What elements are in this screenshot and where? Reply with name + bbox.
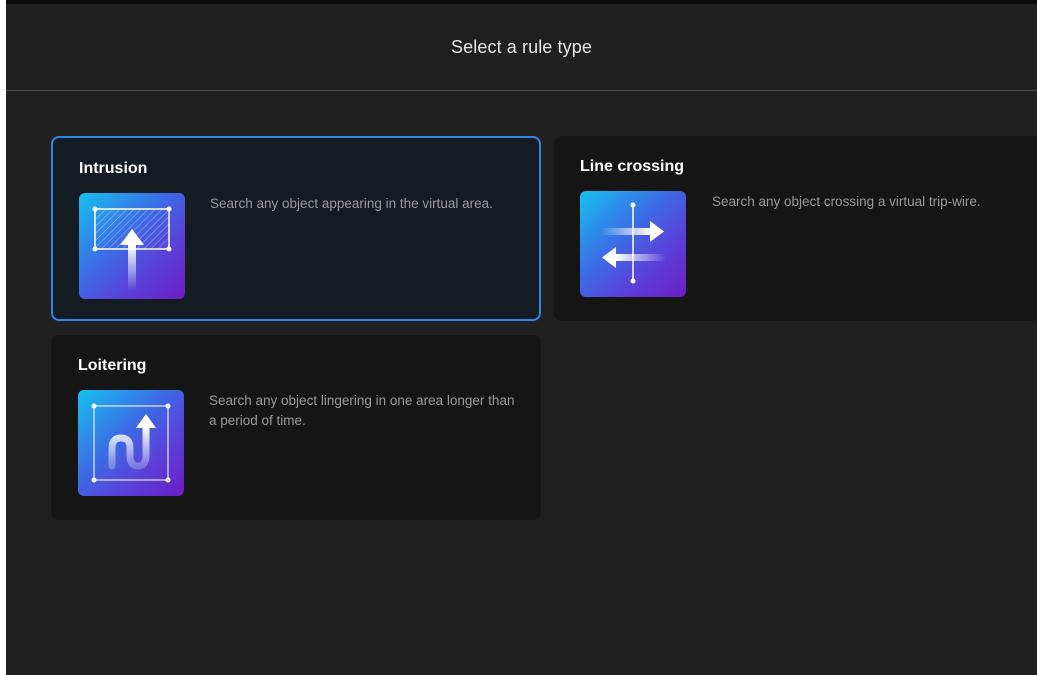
dialog-header: Select a rule type xyxy=(6,4,1037,91)
intrusion-icon xyxy=(79,193,185,299)
line-crossing-icon xyxy=(580,191,686,297)
dialog-title: Select a rule type xyxy=(451,36,592,57)
rule-card-title: Line crossing xyxy=(580,158,685,175)
rule-card-loitering[interactable]: Loitering Search any object lingering in… xyxy=(51,335,541,520)
loitering-icon xyxy=(78,390,184,496)
rule-type-dialog: Select a rule type Intrusion Search any … xyxy=(6,4,1037,675)
rule-card-description: Search any object lingering in one area … xyxy=(209,393,515,428)
rule-card-line-crossing[interactable]: Line crossing Search any object crossing… xyxy=(554,136,1037,321)
rule-card-description: Search any object crossing a virtual tri… xyxy=(712,194,981,209)
rule-card-title: Loitering xyxy=(78,357,147,374)
rule-card-intrusion[interactable]: Intrusion Search any object appearing in… xyxy=(51,136,541,321)
rule-card-description: Search any object appearing in the virtu… xyxy=(210,196,493,211)
rule-card-title: Intrusion xyxy=(79,160,148,177)
